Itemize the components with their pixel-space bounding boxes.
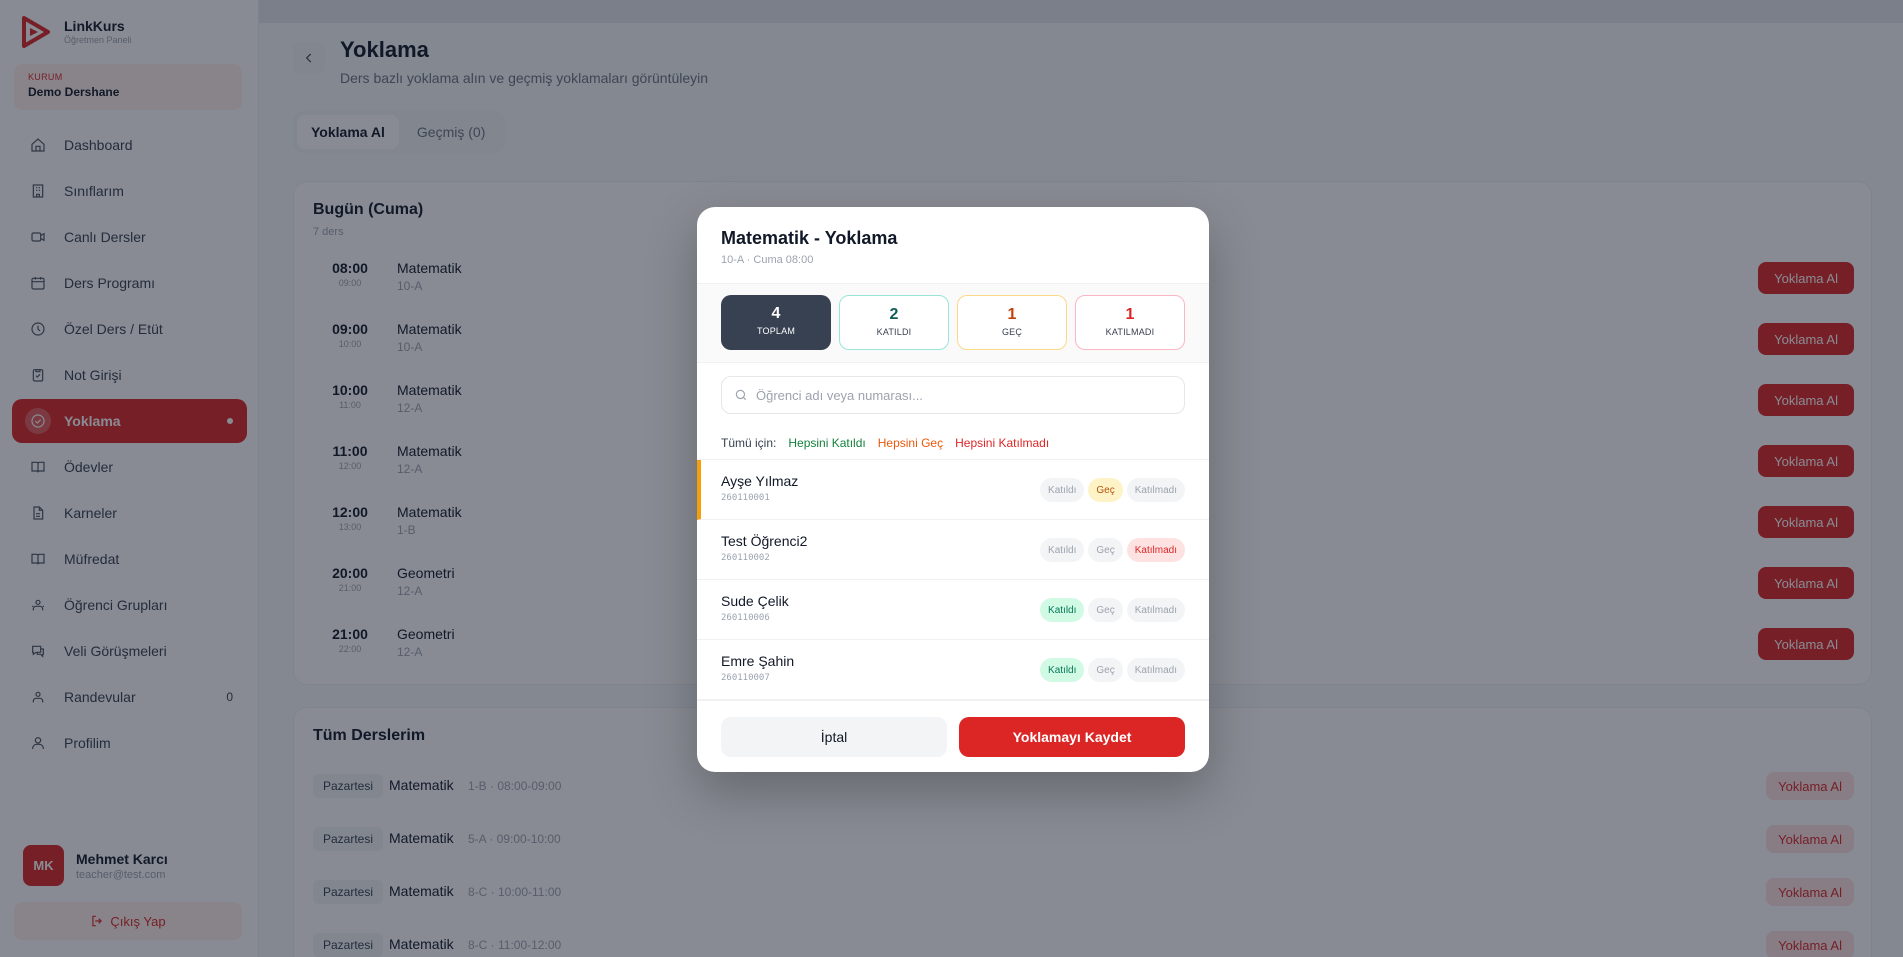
modal-subtitle: 10-A · Cuma 08:00 [721,254,814,266]
status-present-button[interactable]: Katıldı [1040,478,1085,502]
stat-absent: 1 KATILMADI [1075,295,1185,350]
student-list: Ayşe Yılmaz 260110001 Katıldı Geç Katılm… [697,459,1209,700]
status-absent-button[interactable]: Katılmadı [1126,598,1185,622]
mark-all-present-link[interactable]: Hepsini Katıldı [788,436,865,450]
stat-present: 2 KATILDI [839,295,949,350]
status-present-button[interactable]: Katıldı [1040,538,1085,562]
stat-total: 4 TOPLAM [721,295,831,350]
modal-footer: İptal Yoklamayı Kaydet [697,700,1209,772]
student-name: Sude Çelik [721,593,789,609]
stat-late-value: 1 [1007,306,1017,323]
bulk-label: Tümü için: [721,436,777,450]
cancel-button[interactable]: İptal [721,717,947,757]
student-search [721,376,1185,414]
mark-all-absent-link[interactable]: Hepsini Katılmadı [955,436,1049,450]
stat-late: 1 GEÇ [957,295,1067,350]
stat-total-label: TOPLAM [756,326,796,336]
mark-all-late-link[interactable]: Hepsini Geç [878,436,943,450]
modal-title: Matematik - Yoklama [721,228,898,248]
status-absent-button[interactable]: Katılmadı [1126,478,1185,502]
stat-present-label: KATILDI [876,327,912,337]
status-late-button[interactable]: Geç [1088,538,1123,562]
status-late-button[interactable]: Geç [1088,658,1123,682]
stat-total-value: 4 [771,305,781,322]
stat-late-label: GEÇ [1001,327,1023,337]
save-attendance-button[interactable]: Yoklamayı Kaydet [959,717,1185,757]
bulk-actions: Tümü için: Hepsini Katıldı Hepsini Geç H… [721,436,1049,450]
status-present-button[interactable]: Katıldı [1040,598,1085,622]
stat-absent-value: 1 [1125,306,1135,323]
list-item: Emre Şahin 260110007 Katıldı Geç Katılma… [697,640,1209,700]
status-absent-button[interactable]: Katılmadı [1126,538,1185,562]
attendance-stats: 4 TOPLAM 2 KATILDI 1 GEÇ 1 KATILMADI [697,283,1209,363]
student-name: Emre Şahin [721,653,795,669]
attendance-modal: Matematik - Yoklama 10-A · Cuma 08:00 4 … [697,207,1209,772]
list-item: Sude Çelik 260110006 Katıldı Geç Katılma… [697,580,1209,640]
status-late-button[interactable]: Geç [1088,598,1123,622]
list-item: Ayşe Yılmaz 260110001 Katıldı Geç Katılm… [697,460,1209,520]
student-number: 260110002 [721,553,770,563]
student-name: Test Öğrenci2 [721,533,808,549]
student-number: 260110006 [721,613,770,623]
student-number: 260110007 [721,673,770,683]
student-number: 260110001 [721,493,770,503]
search-input[interactable] [756,387,1176,403]
status-absent-button[interactable]: Katılmadı [1126,658,1185,682]
status-present-button[interactable]: Katıldı [1040,658,1085,682]
list-item: Test Öğrenci2 260110002 Katıldı Geç Katı… [697,520,1209,580]
student-name: Ayşe Yılmaz [721,473,799,489]
stat-present-value: 2 [889,306,899,323]
search-icon [735,389,747,401]
status-late-button[interactable]: Geç [1088,478,1123,502]
stat-absent-label: KATILMADI [1105,327,1155,337]
